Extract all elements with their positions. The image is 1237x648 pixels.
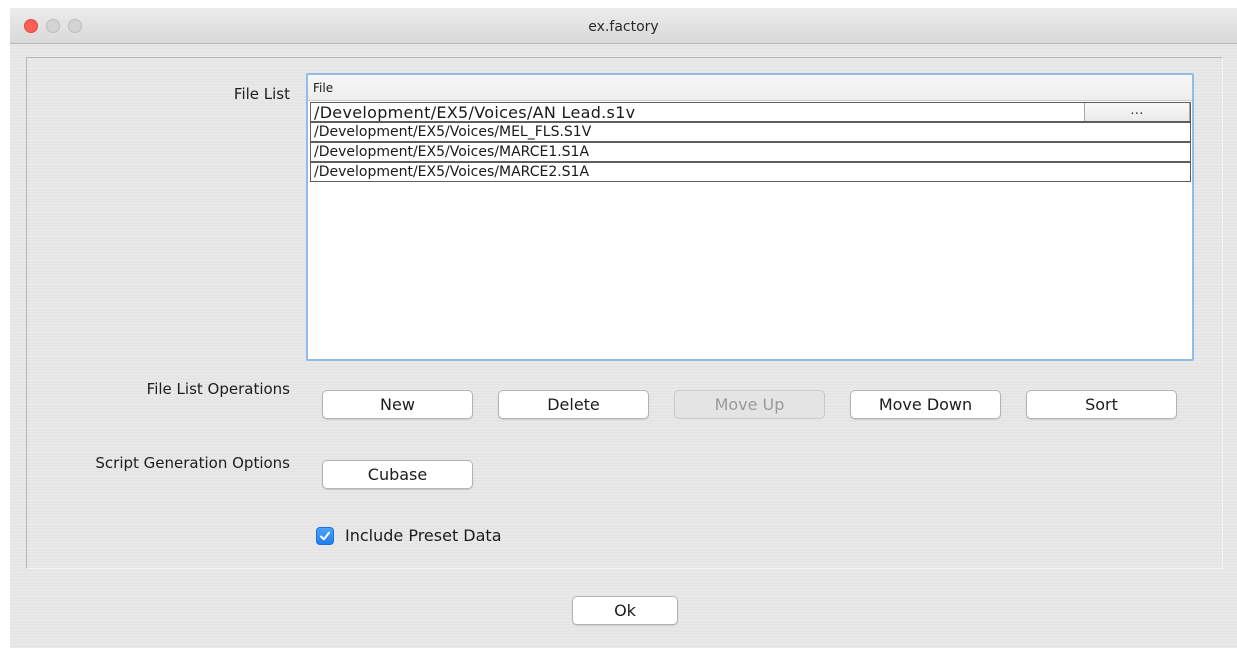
window-title: ex.factory [588,19,659,35]
include-preset-checkbox[interactable] [316,527,334,545]
move-up-button[interactable]: Move Up [674,390,825,419]
file-path-editor[interactable]: /Development/EX5/Voices/AN Lead.s1v [314,103,635,121]
file-row[interactable]: /Development/EX5/Voices/MARCE2.S1A [310,162,1191,182]
sort-button[interactable]: Sort [1026,390,1177,419]
file-list-label: File List [233,85,290,103]
include-preset-label[interactable]: Include Preset Data [345,526,502,545]
file-row[interactable]: /Development/EX5/Voices/MARCE1.S1A [310,142,1191,162]
file-row-editing[interactable]: /Development/EX5/Voices/AN Lead.s1v ... [310,102,1191,122]
file-row[interactable]: /Development/EX5/Voices/MEL_FLS.S1V [310,122,1191,142]
file-column-header[interactable]: File [308,75,1192,101]
checkmark-icon [320,531,330,541]
browse-file-button[interactable]: ... [1084,103,1190,121]
move-down-button[interactable]: Move Down [850,390,1001,419]
file-list-table[interactable]: File /Development/EX5/Voices/AN Lead.s1v… [306,73,1194,361]
cubase-button[interactable]: Cubase [322,460,473,489]
ok-button[interactable]: Ok [572,596,678,625]
file-list-operations-label: File List Operations [146,380,290,398]
title-bar[interactable]: ex.factory [10,8,1237,44]
script-generation-options-label: Script Generation Options [95,454,290,472]
new-button[interactable]: New [322,390,473,419]
app-window: ex.factory File List File /Development/E… [10,8,1237,648]
delete-button[interactable]: Delete [498,390,649,419]
